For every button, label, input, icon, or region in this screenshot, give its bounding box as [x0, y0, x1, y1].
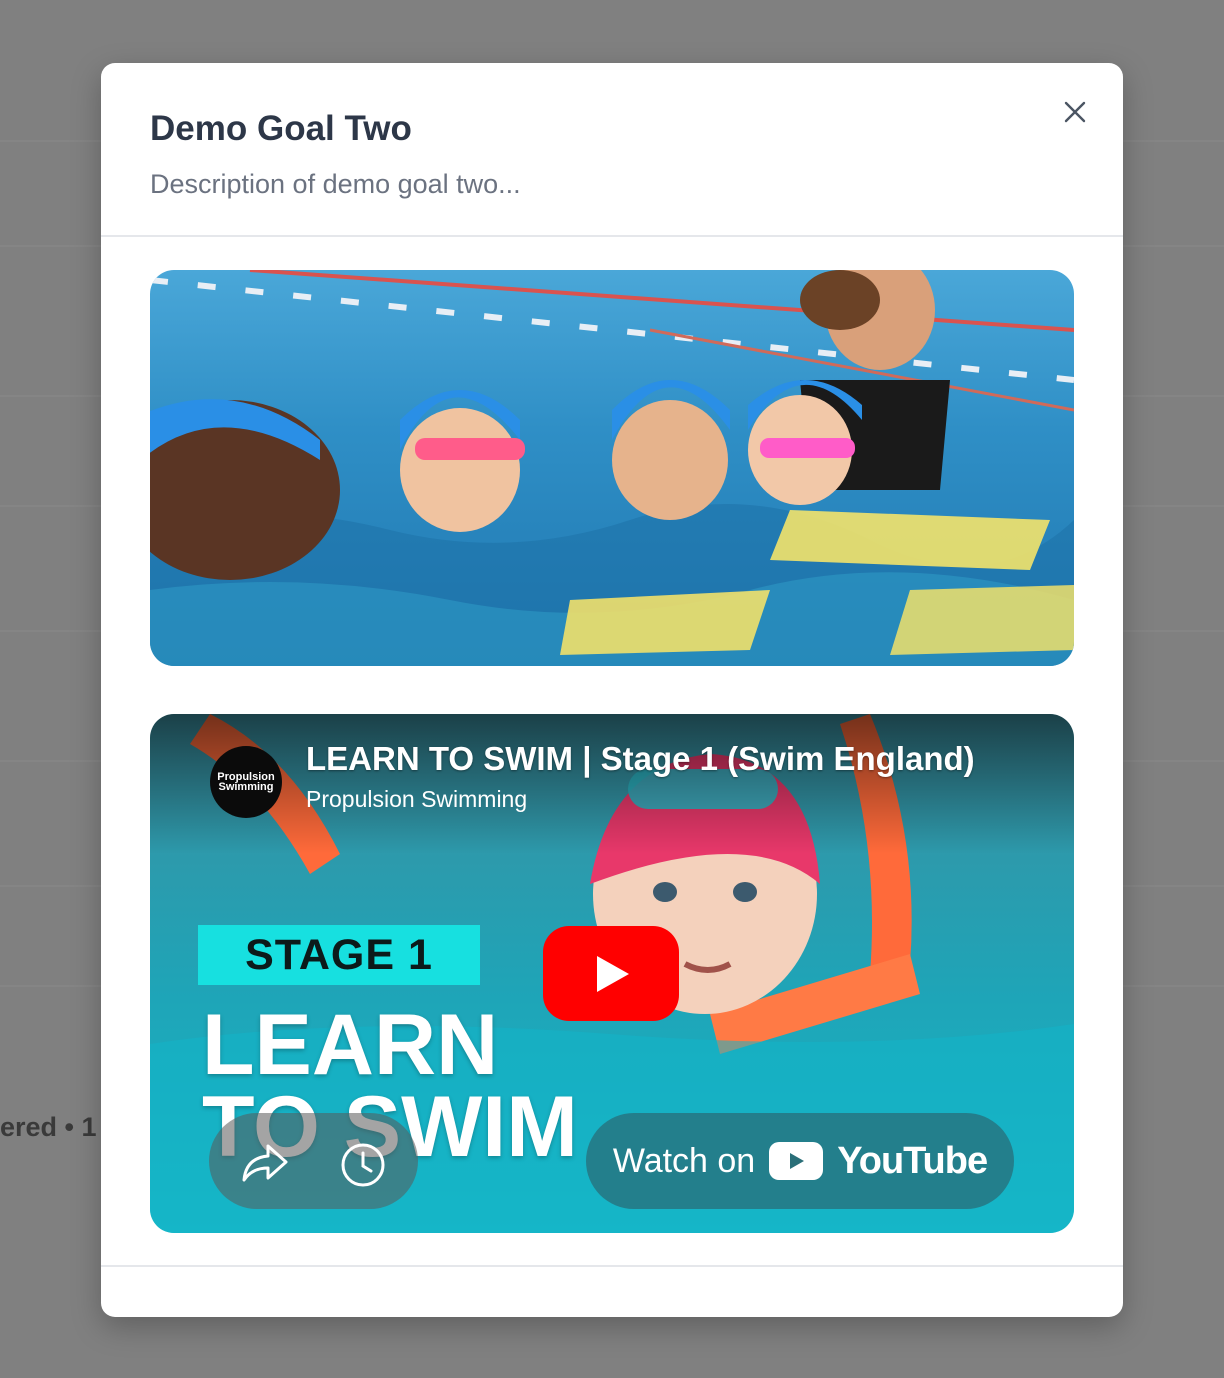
share-icon [242, 1144, 288, 1182]
video-title[interactable]: LEARN TO SWIM | Stage 1 (Swim England) [306, 740, 975, 778]
play-icon [543, 926, 679, 1021]
clock-icon [341, 1143, 385, 1187]
youtube-logo-icon [769, 1142, 824, 1180]
youtube-embed[interactable]: Propulsion Swimming LEARN TO SWIM | Stag… [150, 714, 1074, 1233]
goal-image [150, 270, 1074, 666]
watch-later-button[interactable] [338, 1140, 388, 1190]
background-status-text: ered • 1 [0, 1112, 97, 1142]
watch-on-youtube-button[interactable]: Watch on YouTube [586, 1113, 1014, 1209]
video-header-shade [150, 714, 1074, 854]
goal-modal: Demo Goal Two Description of demo goal t… [101, 63, 1123, 1317]
thumbnail-stage-badge: STAGE 1 [198, 925, 480, 985]
youtube-wordmark: YouTube [837, 1139, 988, 1182]
modal-description: Description of demo goal two... [150, 169, 521, 199]
close-button[interactable] [1056, 93, 1094, 131]
video-channel-name[interactable]: Propulsion Swimming [306, 786, 527, 813]
close-icon [1064, 101, 1086, 123]
share-button[interactable] [240, 1140, 290, 1184]
modal-header: Demo Goal Two Description of demo goal t… [101, 63, 1123, 237]
watch-on-label: Watch on [612, 1141, 756, 1180]
thumbnail-headline-line1: LEARN [202, 997, 499, 1093]
photo-icon [150, 270, 1074, 666]
play-button[interactable] [543, 926, 679, 1021]
channel-avatar[interactable]: Propulsion Swimming [210, 746, 282, 818]
modal-footer-divider [101, 1265, 1123, 1267]
modal-title: Demo Goal Two [150, 109, 412, 148]
